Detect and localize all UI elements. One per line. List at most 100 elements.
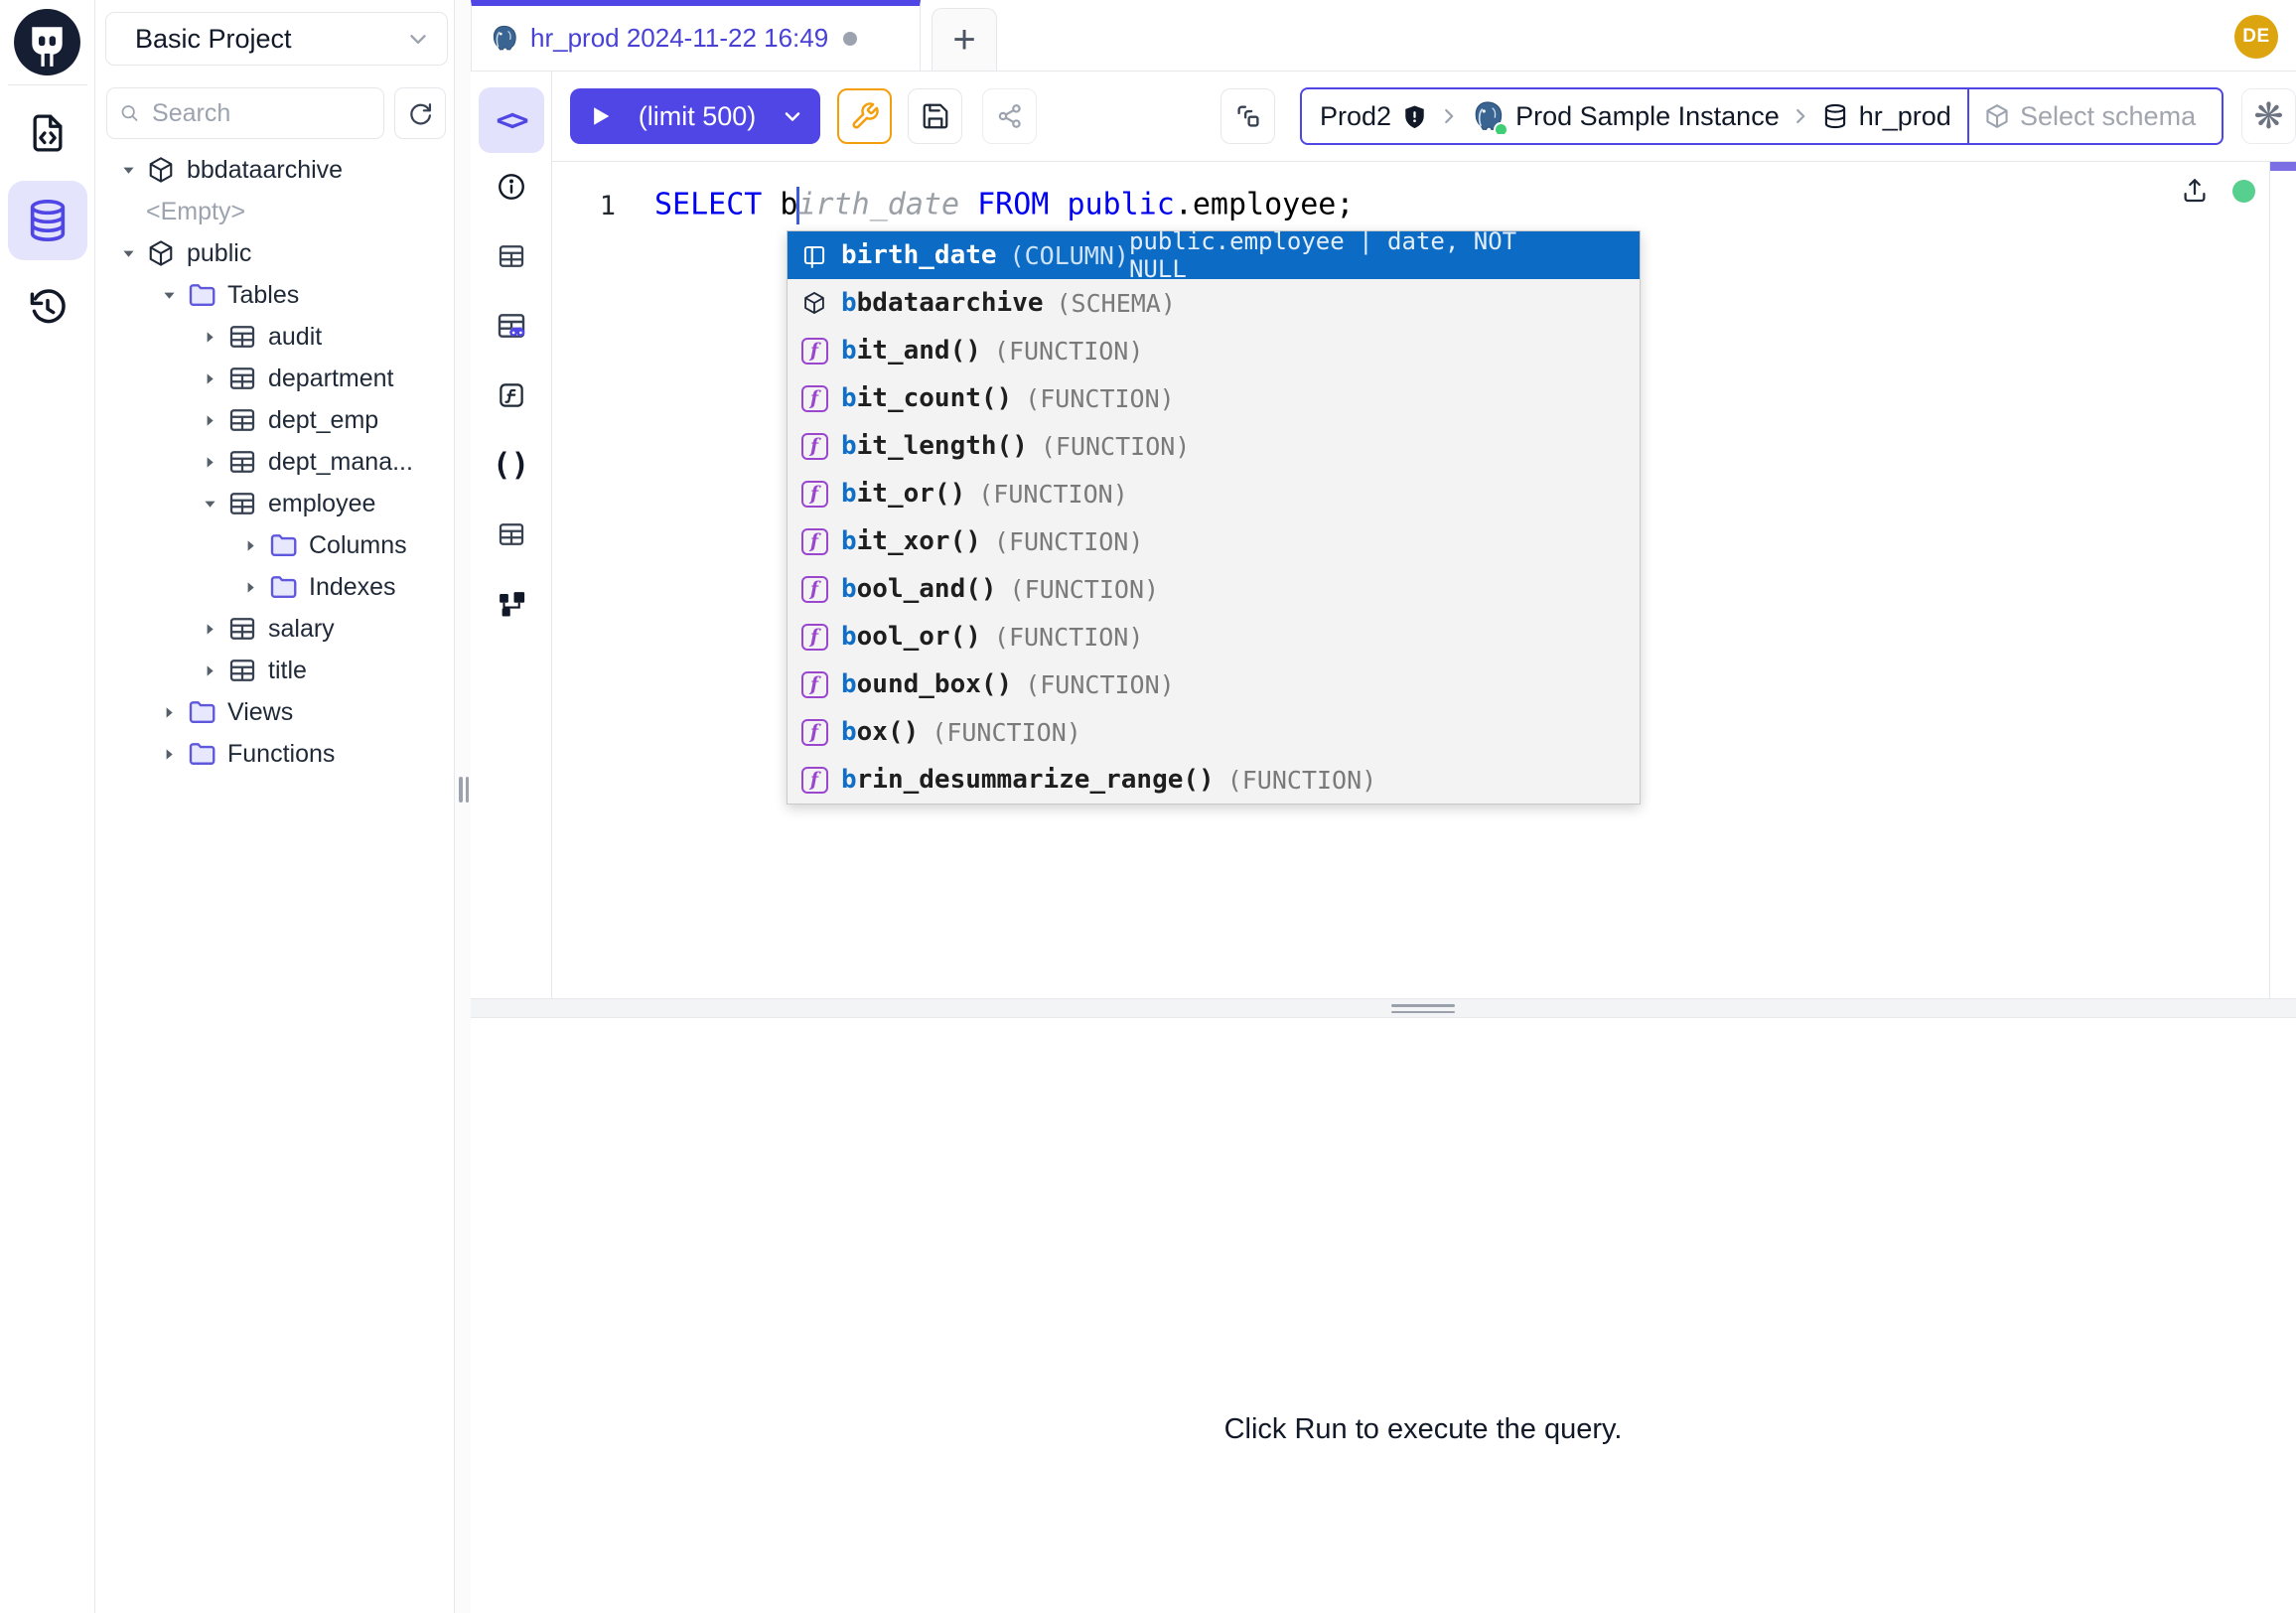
tree-item-empty[interactable]: <Empty> <box>95 191 452 232</box>
suggestion-bool_or[interactable]: fbool_or()(FUNCTION) <box>788 613 1640 660</box>
caret-right-icon[interactable] <box>200 327 219 347</box>
rail-item-databases[interactable] <box>8 181 87 260</box>
ai-assistant-button[interactable]: ❋ <box>2241 88 2296 144</box>
instance-icon-wrap <box>1470 98 1506 134</box>
code-segment: irth_date <box>798 188 960 222</box>
caret-right-icon[interactable] <box>200 660 219 680</box>
run-button[interactable]: (limit 500) <box>570 88 820 144</box>
table-icon <box>227 614 257 644</box>
side-toolbar-info[interactable] <box>488 163 535 211</box>
code-line-1[interactable]: 1 SELECT birth_date FROM public.employee… <box>552 184 2296 227</box>
tree-item-public[interactable]: public <box>95 232 452 274</box>
suggestion-box[interactable]: fbox()(FUNCTION) <box>788 708 1640 756</box>
suggestion-bit_xor[interactable]: fbit_xor()(FUNCTION) <box>788 517 1640 565</box>
tree-item-department[interactable]: department <box>95 358 452 399</box>
caret-right-icon[interactable] <box>159 702 179 722</box>
side-toolbar-functions[interactable] <box>488 371 535 419</box>
side-toolbar-editor[interactable]: <> <box>479 87 544 153</box>
side-toolbar-sheets[interactable] <box>488 511 535 558</box>
sql-editor[interactable]: 1 SELECT birth_date FROM public.employee… <box>471 162 2296 998</box>
tree-item-employee[interactable]: employee <box>95 483 452 524</box>
suggestion-bound_box[interactable]: fbound_box()(FUNCTION) <box>788 660 1640 708</box>
tree-item-title[interactable]: title <box>95 650 452 691</box>
caret-right-icon[interactable] <box>200 619 219 639</box>
tree-item-dept_emp[interactable]: dept_emp <box>95 399 452 441</box>
caret-right-icon[interactable] <box>240 577 260 597</box>
search-box[interactable] <box>106 87 384 139</box>
autocomplete-dropdown: birth_date(COLUMN)public.employee | date… <box>787 230 1641 805</box>
caret-right-icon[interactable] <box>200 452 219 472</box>
caret-right-icon[interactable] <box>240 535 260 555</box>
editor-overview-ruler[interactable] <box>2269 162 2296 998</box>
code-segment <box>959 188 977 222</box>
suggestion-label: box() <box>841 717 919 747</box>
suggestion-label: brin_desummarize_range() <box>841 765 1215 795</box>
cube-icon <box>146 238 176 268</box>
tree-item-salary[interactable]: salary <box>95 608 452 650</box>
caret-down-icon[interactable] <box>118 243 138 263</box>
rail-divider <box>8 84 87 85</box>
table-icon <box>227 364 257 393</box>
select-schema-button[interactable]: Select schema <box>1967 89 2222 143</box>
suggestion-bit_count[interactable]: fbit_count()(FUNCTION) <box>788 374 1640 422</box>
tree-item-bbdataarchive[interactable]: bbdataarchive <box>95 149 452 191</box>
caret-right-icon[interactable] <box>200 368 219 388</box>
avatar[interactable]: DE <box>2234 15 2278 59</box>
tree-item-audit[interactable]: audit <box>95 316 452 358</box>
panel-resize-handle[interactable] <box>459 777 469 803</box>
rail-item-worksheets[interactable] <box>8 93 87 173</box>
folder-icon <box>187 739 216 769</box>
share-icon <box>996 102 1024 130</box>
project-select[interactable]: Basic Project <box>105 12 448 66</box>
side-toolbar-table-detail[interactable] <box>488 232 535 280</box>
share-button[interactable] <box>982 88 1037 144</box>
suggestion-label: bit_xor() <box>841 526 981 556</box>
tree-item-label: bbdataarchive <box>187 156 343 185</box>
caret-down-icon[interactable] <box>118 160 138 180</box>
format-sql-button[interactable] <box>837 88 892 144</box>
suggestion-bbdataarchive[interactable]: bbdataarchive(SCHEMA) <box>788 279 1640 327</box>
tree-item-indexes[interactable]: Indexes <box>95 566 452 608</box>
refresh-button[interactable] <box>394 87 446 139</box>
suggestion-bool_and[interactable]: fbool_and()(FUNCTION) <box>788 565 1640 613</box>
suggestion-label: bbdataarchive <box>841 288 1044 318</box>
suggestion-kind: (FUNCTION) <box>994 623 1144 652</box>
side-toolbar-schema-diagram[interactable] <box>488 580 535 628</box>
suggestion-birth_date[interactable]: birth_date(COLUMN)public.employee | date… <box>788 231 1640 279</box>
bytebase-logo-icon[interactable] <box>11 6 83 78</box>
suggestion-brin_desummarize_range[interactable]: fbrin_desummarize_range()(FUNCTION) <box>788 756 1640 804</box>
function-icon: f <box>799 431 829 461</box>
rail-item-history[interactable] <box>8 268 87 348</box>
tree-item-functions[interactable]: Functions <box>95 733 452 775</box>
tree-item-views[interactable]: Views <box>95 691 452 733</box>
tree-item-columns[interactable]: Columns <box>95 524 452 566</box>
caret-right-icon[interactable] <box>159 744 179 764</box>
caret-right-icon[interactable] <box>200 410 219 430</box>
panel-resize-gutter[interactable] <box>455 0 471 1613</box>
caret-down-icon[interactable] <box>159 285 179 305</box>
tree-item-tables[interactable]: Tables <box>95 274 452 316</box>
tree-item-dept_mana[interactable]: dept_mana... <box>95 441 452 483</box>
save-button[interactable] <box>908 88 962 144</box>
upload-icon[interactable] <box>2180 176 2210 206</box>
side-toolbar-parameters[interactable]: () <box>488 441 535 489</box>
results-panel: Click Run to execute the query. <box>471 1018 2296 1613</box>
suggestion-bit_or[interactable]: fbit_or()(FUNCTION) <box>788 470 1640 517</box>
new-tab-button[interactable]: + <box>932 8 997 71</box>
results-splitter[interactable] <box>471 998 2296 1018</box>
results-placeholder: Click Run to execute the query. <box>550 1413 2296 1446</box>
batch-query-button[interactable] <box>1220 88 1275 144</box>
caret-down-icon[interactable] <box>200 494 219 513</box>
code-content[interactable]: SELECT birth_date FROM public.employee; <box>654 187 1354 224</box>
search-input[interactable] <box>150 98 371 129</box>
side-toolbar-table-search[interactable] <box>488 302 535 350</box>
tab-hr-prod[interactable]: hr_prod 2024-11-22 16:49 <box>471 0 921 71</box>
tree-item-label: department <box>268 365 393 393</box>
connection-breadcrumb[interactable]: Prod2 Prod Sample Instance hr_prod Selec… <box>1300 87 2224 145</box>
suggestion-bit_length[interactable]: fbit_length()(FUNCTION) <box>788 422 1640 470</box>
suggestion-kind: (FUNCTION) <box>1041 432 1191 461</box>
suggestion-bit_and[interactable]: fbit_and()(FUNCTION) <box>788 327 1640 374</box>
connection-path[interactable]: Prod2 Prod Sample Instance hr_prod <box>1302 98 1967 134</box>
wrench-icon <box>850 101 880 131</box>
splitter-handle[interactable] <box>1391 1004 1455 1013</box>
